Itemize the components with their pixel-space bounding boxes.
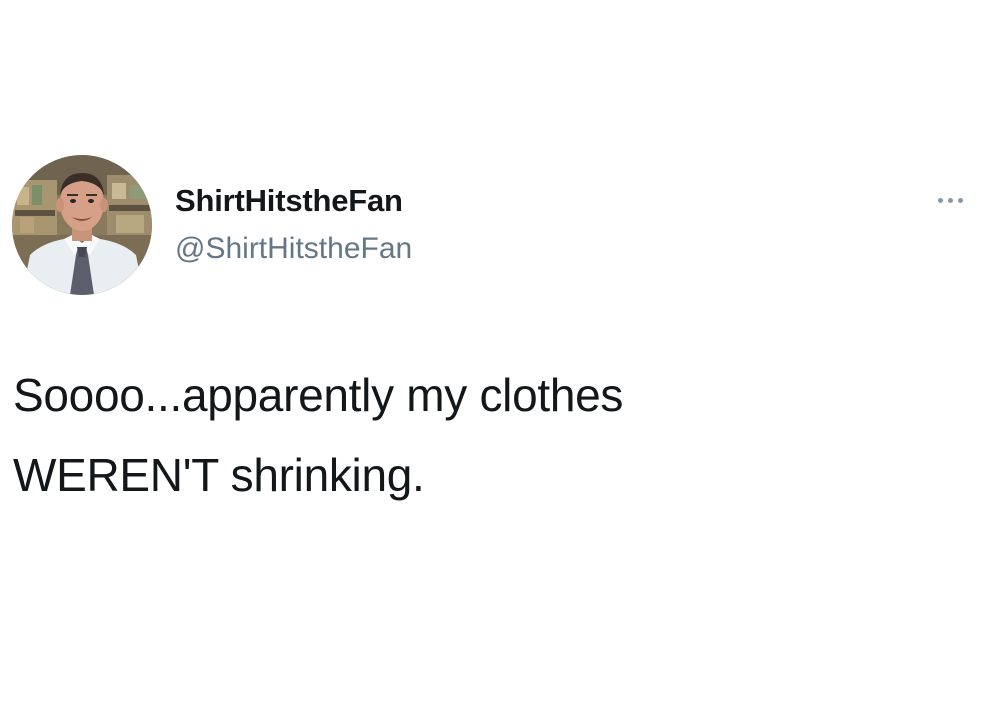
avatar-photo xyxy=(12,155,152,295)
tweet-text: Soooo...apparently my clothes WEREN'T sh… xyxy=(13,355,973,515)
more-horizontal-icon-dot-2 xyxy=(947,197,953,203)
author-display-name[interactable]: ShirtHitstheFan xyxy=(175,183,403,219)
avatar[interactable] xyxy=(12,155,152,295)
more-horizontal-icon-dot-3 xyxy=(957,197,963,203)
tweet-card: ShirtHitstheFan @ShirtHitstheFan Soooo..… xyxy=(0,0,1001,713)
tweet-text-line-1: Soooo...apparently my clothes xyxy=(13,369,624,421)
author-handle[interactable]: @ShirtHitstheFan xyxy=(175,232,412,266)
tweet-text-line-2: WEREN'T shrinking. xyxy=(13,449,425,501)
more-horizontal-icon xyxy=(937,197,943,203)
more-options-button[interactable] xyxy=(930,185,970,215)
